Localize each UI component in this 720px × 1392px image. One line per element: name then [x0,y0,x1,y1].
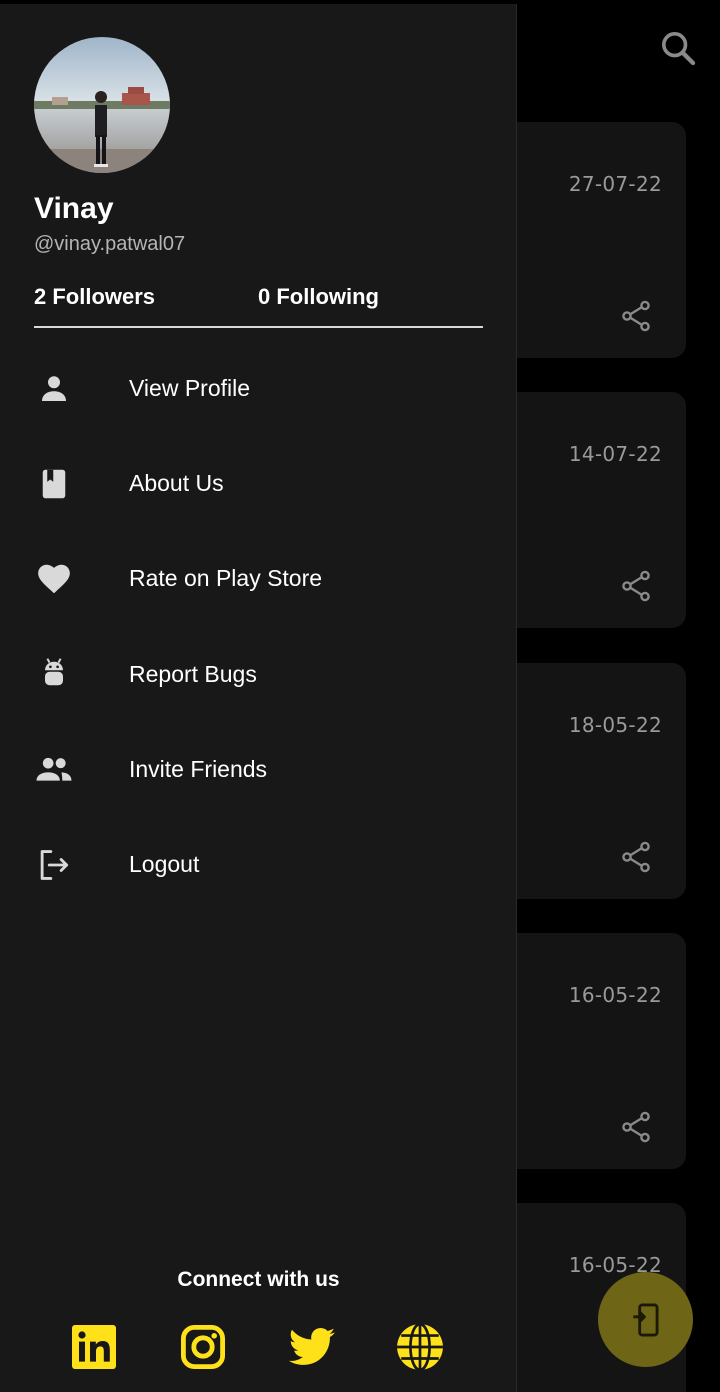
post-date: 14-07-22 [568,442,662,466]
post-card[interactable]: 16-05-22 [500,933,686,1169]
twitter-link[interactable] [287,1322,337,1372]
logout-icon [34,845,74,885]
user-handle: @vinay.patwal07 [34,233,186,255]
profile-avatar[interactable] [34,37,170,173]
person-icon [34,369,74,409]
menu-label: Rate on Play Store [129,565,323,592]
menu-item-report-bugs[interactable]: Report Bugs [0,627,517,722]
status-bar-edge [0,0,517,4]
linkedin-link[interactable] [69,1322,119,1372]
share-button[interactable] [616,566,656,606]
drawer-menu: View Profile About Us Rate on Play Store… [0,341,517,912]
following-count[interactable]: 0 Following [258,284,379,310]
website-globe-icon [397,1322,443,1372]
navigation-drawer: Vinay @vinay.patwal07 2 Followers 0 Foll… [0,0,517,1392]
profile-divider [34,326,483,328]
share-button[interactable] [616,1107,656,1147]
menu-item-about-us[interactable]: About Us [0,436,517,531]
post-card[interactable]: 14-07-22 [500,392,686,628]
menu-item-view-profile[interactable]: View Profile [0,341,517,436]
share-icon [622,1111,650,1143]
phone-add-icon [632,1303,659,1336]
people-icon [34,749,74,789]
post-card[interactable]: 27-07-22 [500,122,686,358]
linkedin-icon [72,1325,116,1369]
share-button[interactable] [616,837,656,877]
search-icon [662,32,696,66]
search-button[interactable] [652,22,704,74]
share-button[interactable] [616,296,656,336]
instagram-link[interactable] [178,1322,228,1372]
website-link[interactable] [395,1322,445,1372]
post-date: 27-07-22 [568,172,662,196]
post-date: 16-05-22 [568,983,662,1007]
menu-label: View Profile [129,375,251,402]
share-icon [622,300,650,332]
heart-icon [34,559,74,599]
avatar-photo [34,37,170,173]
twitter-icon [288,1328,335,1365]
menu-item-invite-friends[interactable]: Invite Friends [0,722,517,817]
menu-item-logout[interactable]: Logout [0,817,517,912]
connect-title: Connect with us [177,1268,340,1291]
menu-label: Report Bugs [129,660,257,687]
menu-label: About Us [129,470,224,497]
share-icon [622,570,650,602]
add-post-fab[interactable] [598,1272,693,1367]
menu-label: Invite Friends [129,755,268,782]
android-icon [34,654,74,694]
menu-label: Logout [129,851,200,878]
book-icon [34,464,74,504]
share-icon [622,841,650,873]
menu-item-rate-play-store[interactable]: Rate on Play Store [0,531,517,626]
post-date: 18-05-22 [568,713,662,737]
instagram-icon [181,1325,226,1370]
post-card[interactable]: 18-05-22 [500,663,686,899]
user-name: Vinay [34,192,114,225]
followers-count[interactable]: 2 Followers [34,284,155,310]
